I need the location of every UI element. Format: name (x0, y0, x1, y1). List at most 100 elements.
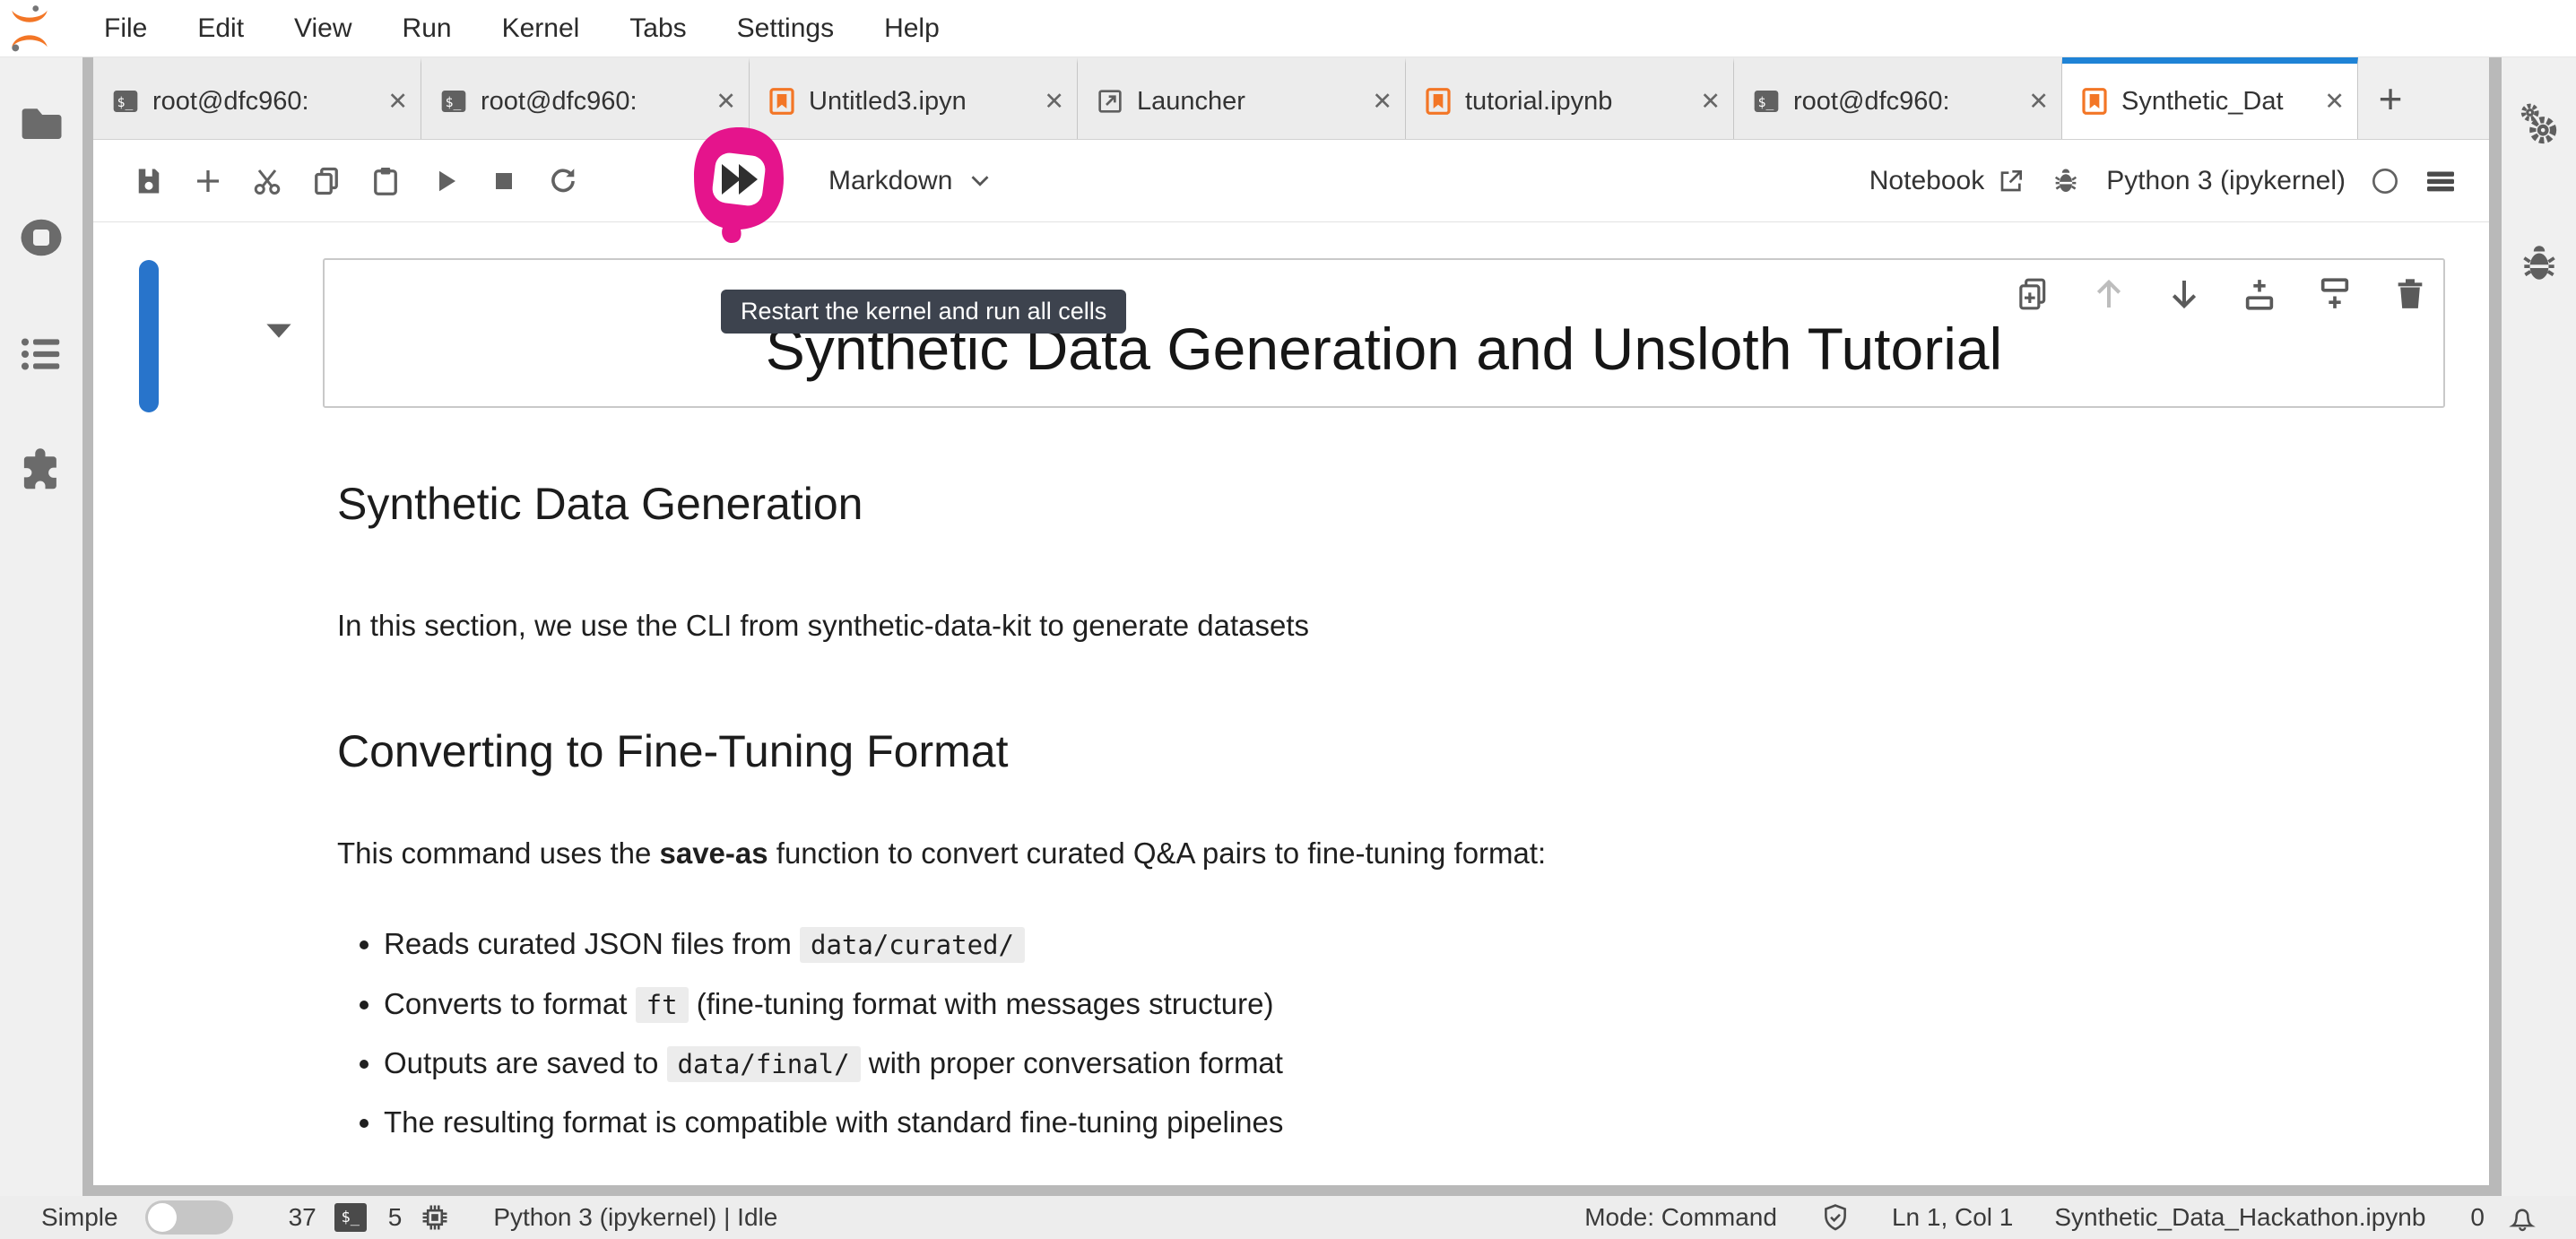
tab-close-icon[interactable]: ✕ (2028, 88, 2049, 116)
svg-text:$_: $_ (117, 95, 134, 110)
menu-edit[interactable]: Edit (172, 13, 269, 44)
file-browser-icon[interactable] (17, 99, 65, 147)
notifications-count: 0 (2470, 1203, 2485, 1232)
restart-kernel-button[interactable] (547, 165, 579, 197)
move-cell-down-icon[interactable] (2166, 276, 2202, 312)
delete-cell-trash-icon[interactable] (2392, 276, 2428, 312)
tab-bar: $_ root@dfc960: ✕ $_ root@dfc960: ✕ Unti… (93, 57, 2489, 140)
list-item: Converts to format ft (fine-tuning forma… (384, 983, 2471, 1025)
trust-shield-icon[interactable] (1820, 1202, 1851, 1233)
menu-tabs[interactable]: Tabs (604, 13, 711, 44)
main-dock-panel: $_ root@dfc960: ✕ $_ root@dfc960: ✕ Unti… (82, 57, 2502, 1196)
copy-cells-button[interactable] (310, 165, 343, 197)
notebook-icon (1424, 87, 1453, 116)
table-of-contents-icon[interactable] (17, 330, 65, 378)
cut-cells-button[interactable] (251, 165, 283, 197)
chevron-down-icon (968, 173, 992, 188)
tab[interactable]: $_ root@dfc960: ✕ (93, 57, 421, 139)
kernels-count: 5 (388, 1203, 403, 1232)
tab[interactable]: Untitled3.ipyn ✕ (750, 57, 1078, 139)
collapse-caret-icon[interactable] (264, 321, 294, 342)
kernel-status-circle-icon[interactable] (2371, 167, 2399, 195)
status-bar-right: Mode: Command Ln 1, Col 1 Synthetic_Data… (1584, 1202, 2537, 1233)
tab[interactable]: tutorial.ipynb ✕ (1406, 57, 1734, 139)
run-cell-button[interactable] (429, 165, 461, 197)
bullet-list: Reads curated JSON files from data/curat… (337, 923, 2471, 1143)
insert-cell-above-icon[interactable] (2242, 276, 2277, 312)
notifications-bell-icon[interactable] (2508, 1202, 2537, 1233)
terminal-icon: $_ (111, 87, 140, 116)
tab-label: Synthetic_Dat (2121, 87, 2319, 117)
insert-cell-below-icon[interactable] (2317, 276, 2353, 312)
launcher-icon (1096, 87, 1124, 116)
extension-manager-icon[interactable] (17, 446, 65, 495)
paragraph-save-as: This command uses the save-as function t… (337, 833, 2471, 874)
paste-cells-button[interactable] (369, 165, 402, 197)
terminal-icon[interactable]: $_ (334, 1203, 367, 1232)
menu-run[interactable]: Run (377, 13, 477, 44)
new-tab-button[interactable]: + (2358, 57, 2423, 139)
enable-debugger-bug-icon[interactable] (2051, 166, 2081, 196)
tab[interactable]: Synthetic_Dat ✕ (2062, 57, 2358, 139)
menu-items: File Edit View Run Kernel Tabs Settings … (79, 13, 965, 44)
hamburger-menu-icon[interactable] (2424, 168, 2457, 195)
menu-kernel[interactable]: Kernel (477, 13, 605, 44)
tab[interactable]: $_ root@dfc960: ✕ (1734, 57, 2062, 139)
menu-settings[interactable]: Settings (712, 13, 859, 44)
tab-close-icon[interactable]: ✕ (1372, 88, 1392, 116)
tab-close-icon[interactable]: ✕ (1044, 88, 1064, 116)
menu-bar: File Edit View Run Kernel Tabs Settings … (0, 0, 2576, 57)
notebook-panel-link[interactable]: Notebook (1869, 166, 2025, 196)
cursor-position[interactable]: Ln 1, Col 1 (1892, 1203, 2013, 1232)
save-button[interactable] (133, 165, 165, 197)
insert-cell-button[interactable] (192, 165, 224, 197)
tab-close-icon[interactable]: ✕ (387, 88, 408, 116)
restart-run-all-button[interactable] (710, 165, 742, 197)
cell-type-dropdown[interactable]: Markdown (828, 166, 992, 196)
notebook-content-area: Synthetic Data Generation and Unsloth Tu… (93, 222, 2489, 1185)
list-item: Outputs are saved to data/final/ with pr… (384, 1043, 2471, 1084)
tab[interactable]: Launcher ✕ (1078, 57, 1406, 139)
tab-label: Launcher (1137, 87, 1366, 117)
svg-text:$_: $_ (1758, 95, 1774, 110)
section-heading-converting: Converting to Fine-Tuning Format (337, 723, 2471, 781)
list-item: The resulting format is compatible with … (384, 1102, 2471, 1143)
tab-label: Untitled3.ipyn (809, 87, 1038, 117)
simple-mode-label: Simple (41, 1203, 118, 1232)
tab-label: root@dfc960: (1793, 87, 2023, 117)
selected-cell-collapser-bar[interactable] (139, 260, 159, 412)
interrupt-kernel-button[interactable] (488, 165, 520, 197)
notebook-title: Synthetic Data Generation and Unsloth Tu… (325, 314, 2443, 385)
kernel-name-label[interactable]: Python 3 (ipykernel) (2106, 166, 2346, 196)
menu-view[interactable]: View (269, 13, 377, 44)
debugger-sidebar-bug-icon[interactable] (2517, 241, 2562, 286)
property-inspector-gears-icon[interactable] (2512, 100, 2564, 152)
toolbar-left-buttons (133, 165, 742, 197)
markdown-rendered-cell[interactable]: Synthetic Data Generation In this sectio… (337, 475, 2471, 1161)
kernel-chip-icon[interactable] (420, 1202, 450, 1233)
terminal-icon: $_ (439, 87, 468, 116)
toolbar-right: Notebook Python 3 (ipykernel) (1869, 166, 2457, 196)
tab[interactable]: $_ root@dfc960: ✕ (421, 57, 750, 139)
tab-close-icon[interactable]: ✕ (716, 88, 736, 116)
menu-help[interactable]: Help (859, 13, 965, 44)
menu-file[interactable]: File (79, 13, 172, 44)
section-heading-synthetic-data: Synthetic Data Generation (337, 475, 2471, 533)
tab-close-icon[interactable]: ✕ (2324, 88, 2345, 116)
cell-type-value: Markdown (828, 166, 952, 196)
terminal-icon: $_ (1752, 87, 1781, 116)
cell-action-toolbar (2016, 276, 2428, 312)
mode-indicator: Mode: Command (1584, 1203, 1777, 1232)
duplicate-cell-icon[interactable] (2016, 276, 2051, 312)
status-bar: Simple 37 $_ 5 Python 3 (ipykernel) | Id… (0, 1196, 2576, 1239)
tab-label: tutorial.ipynb (1465, 87, 1695, 117)
notebook-link-label: Notebook (1869, 166, 1984, 196)
running-sessions-icon[interactable] (17, 213, 65, 262)
external-link-icon (1997, 167, 2025, 195)
tab-label: root@dfc960: (152, 87, 382, 117)
terminals-count: 37 (289, 1203, 317, 1232)
simple-mode-toggle[interactable] (145, 1200, 233, 1235)
svg-text:$_: $_ (446, 95, 462, 110)
tab-close-icon[interactable]: ✕ (1700, 88, 1721, 116)
move-cell-up-icon[interactable] (2091, 276, 2127, 312)
